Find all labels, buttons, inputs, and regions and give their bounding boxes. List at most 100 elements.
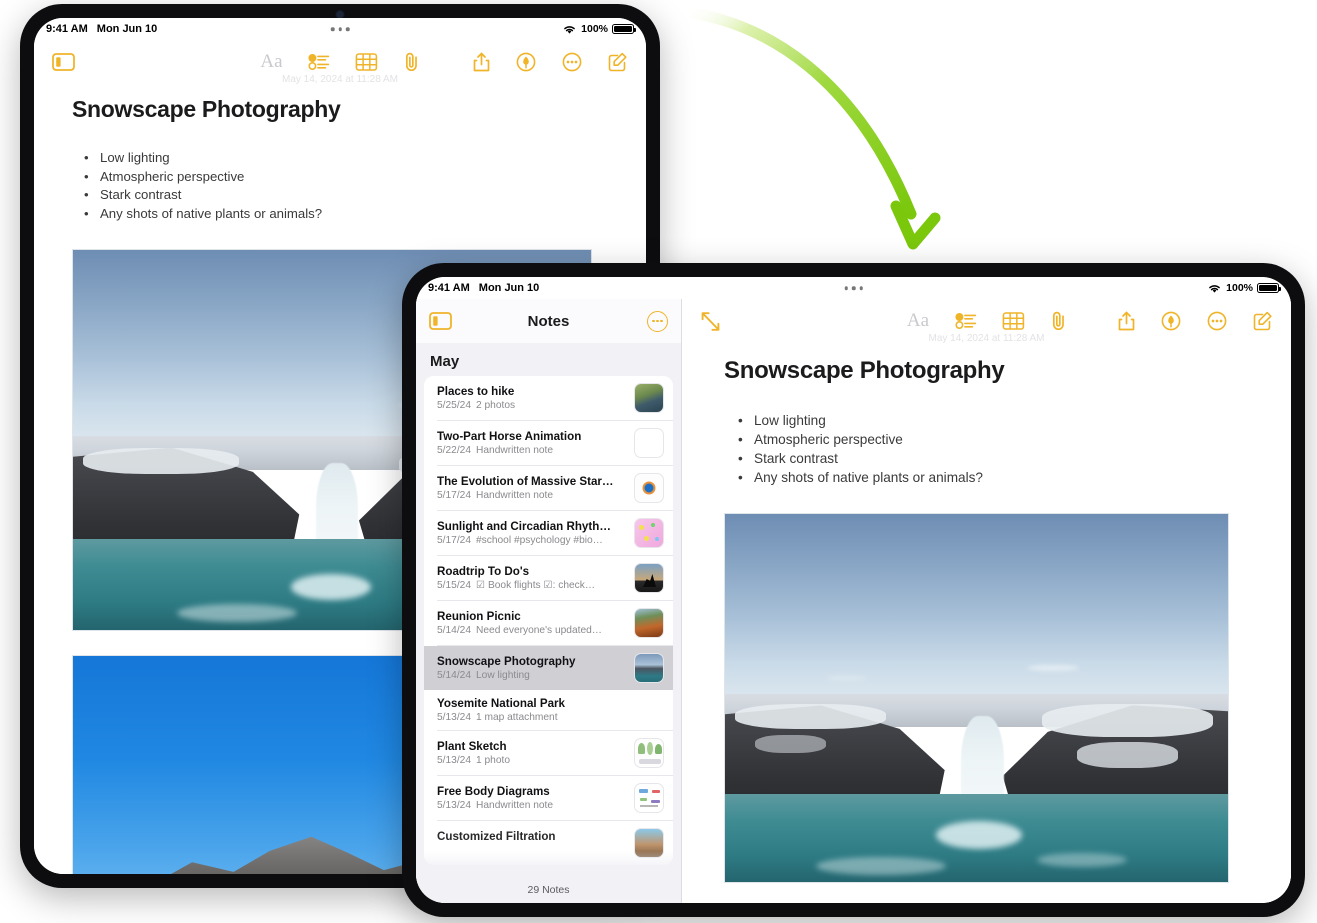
- note-row-date: 5/15/24: [437, 580, 471, 591]
- sidebar-title: Notes: [527, 312, 570, 330]
- split-view: Notes May Places to hike 5/25/24 2 photos: [416, 299, 1291, 903]
- thumbnail-pink-sketch: [634, 518, 664, 548]
- note-row-preview: 1 map attachment: [476, 712, 558, 723]
- list-item[interactable]: Two-Part Horse Animation 5/22/24 Handwrit…: [424, 421, 673, 465]
- thumbnail-filtration-photo: [634, 828, 664, 858]
- compose-new-note-icon[interactable]: [1253, 311, 1273, 331]
- expand-diagonal-arrows-icon[interactable]: [700, 311, 721, 332]
- page-title-back: Snowscape Photography: [72, 96, 341, 122]
- screenshot-root: 9:41 AM Mon Jun 10 100% Aa May 14, 2024 …: [0, 0, 1317, 923]
- more-ellipsis-icon[interactable]: [647, 310, 668, 332]
- note-row-title: Free Body Diagrams: [437, 785, 550, 798]
- list-item[interactable]: Plant Sketch 5/13/24 1 photo: [424, 731, 673, 775]
- note-row-preview: ☑ Book flights ☑: check…: [476, 580, 596, 591]
- winter-waterfall-photo-front[interactable]: [724, 513, 1229, 883]
- battery-percent: 100%: [1226, 282, 1253, 294]
- note-row-date: 5/25/24: [437, 400, 471, 411]
- thumbnail-picnic-photo: [634, 608, 664, 638]
- format-aa-button[interactable]: Aa: [907, 310, 929, 332]
- list-item: Any shots of native plants or animals?: [84, 205, 608, 224]
- paperclip-icon[interactable]: [404, 52, 420, 72]
- list-item[interactable]: Roadtrip To Do's 5/15/24 ☑ Book flights ☑…: [424, 556, 673, 600]
- table-icon[interactable]: [1002, 312, 1024, 330]
- multitasking-menu-front[interactable]: [844, 286, 863, 290]
- note-row-date: 5/22/24: [437, 445, 471, 456]
- thumbnail-blank: [634, 428, 664, 458]
- note-row-preview: 2 photos: [476, 400, 516, 411]
- list-item: Stark contrast: [738, 449, 1249, 468]
- note-row-title: Reunion Picnic: [437, 610, 521, 623]
- list-item[interactable]: Customized Filtration: [424, 821, 673, 865]
- list-item-selected[interactable]: Snowscape Photography 5/14/24 Low lightin…: [424, 646, 673, 690]
- front-camera-dot: [336, 11, 344, 18]
- checklist-icon[interactable]: [955, 312, 976, 330]
- ipad-front-screen: 9:41 AM Mon Jun 10 100% Notes May Places…: [416, 277, 1291, 903]
- note-row-preview: Need everyone's updated…: [476, 625, 602, 636]
- battery-icon: [612, 24, 637, 34]
- battery-percent: 100%: [581, 23, 608, 35]
- wifi-icon: [1207, 283, 1222, 294]
- note-row-preview: Handwritten note: [476, 490, 554, 501]
- list-item: Atmospheric perspective: [738, 430, 1249, 449]
- sidebar-toggle-icon[interactable]: [52, 53, 75, 71]
- list-item: Any shots of native plants or animals?: [738, 468, 1249, 487]
- paperclip-icon[interactable]: [1050, 311, 1066, 331]
- list-item[interactable]: Sunlight and Circadian Rhyth… 5/17/24 #sc…: [424, 511, 673, 555]
- note-row-title: Sunlight and Circadian Rhyth…: [437, 520, 611, 533]
- notes-card: Places to hike 5/25/24 2 photos Two-Part …: [424, 376, 673, 865]
- checklist-icon[interactable]: [308, 53, 330, 71]
- page-title-front: Snowscape Photography: [724, 357, 1005, 384]
- more-ellipsis-icon[interactable]: [562, 52, 582, 72]
- share-icon[interactable]: [473, 52, 490, 72]
- markup-pen-icon[interactable]: [1161, 311, 1181, 331]
- note-row-title: Customized Filtration: [437, 830, 556, 843]
- note-row-title: Snowscape Photography: [437, 655, 576, 668]
- table-icon[interactable]: [355, 53, 378, 71]
- list-item: Stark contrast: [84, 186, 608, 205]
- note-row-date: 5/14/24: [437, 625, 471, 636]
- note-row-preview: #school #psychology #bio…: [476, 535, 603, 546]
- more-ellipsis-icon[interactable]: [1207, 311, 1227, 331]
- note-row-title: Places to hike: [437, 385, 515, 398]
- sidebar-toggle-icon[interactable]: [429, 312, 452, 330]
- list-item[interactable]: Free Body Diagrams 5/13/24 Handwritten no…: [424, 776, 673, 820]
- ipad-front-device: 9:41 AM Mon Jun 10 100% Notes May Places…: [402, 263, 1305, 917]
- notes-count-footer: 29 Notes: [416, 877, 681, 903]
- note-row-title: Yosemite National Park: [437, 697, 566, 710]
- status-date: Mon Jun 10: [478, 282, 540, 294]
- status-time: 9:41 AM: [428, 282, 470, 294]
- note-bullet-list-back: Low lighting Atmospheric perspective Sta…: [84, 149, 608, 224]
- list-item[interactable]: Reunion Picnic 5/14/24 Need everyone's up…: [424, 601, 673, 645]
- green-curved-arrow: [678, 6, 941, 250]
- note-row-preview: 1 photo: [476, 755, 510, 766]
- status-date: Mon Jun 10: [96, 23, 158, 35]
- list-item[interactable]: Yosemite National Park 5/13/24 1 map atta…: [424, 690, 673, 730]
- list-item: Low lighting: [84, 149, 608, 168]
- thumbnail-photo-landscape: [634, 383, 664, 413]
- thumbnail-diagram-sketch: [634, 783, 664, 813]
- note-row-title: Plant Sketch: [437, 740, 507, 753]
- wifi-icon: [562, 24, 577, 35]
- compose-new-note-icon[interactable]: [608, 52, 628, 72]
- note-row-preview: Low lighting: [476, 670, 530, 681]
- note-row-date: 5/17/24: [437, 490, 471, 501]
- status-bar-back: 9:41 AM Mon Jun 10 100%: [34, 18, 646, 40]
- multitasking-menu-back[interactable]: [330, 27, 350, 31]
- list-item[interactable]: The Evolution of Massive Star… 5/17/24 Ha…: [424, 466, 673, 510]
- sidebar-header: Notes: [416, 299, 681, 343]
- list-item: Low lighting: [738, 411, 1249, 430]
- list-item[interactable]: Places to hike 5/25/24 2 photos: [424, 376, 673, 420]
- note-toolbar-front: Aa May 14, 2024 at 11:28 AM: [682, 299, 1291, 344]
- list-item: Atmospheric perspective: [84, 168, 608, 187]
- note-row-date: 5/17/24: [437, 535, 471, 546]
- note-bullet-list-front: Low lighting Atmospheric perspective Sta…: [738, 411, 1249, 487]
- note-row-preview: Handwritten note: [476, 800, 554, 811]
- format-aa-button[interactable]: Aa: [260, 51, 282, 73]
- share-icon[interactable]: [1118, 311, 1135, 331]
- note-row-title: Roadtrip To Do's: [437, 565, 530, 578]
- note-row-preview: Handwritten note: [476, 445, 554, 456]
- notes-list-scroll[interactable]: May Places to hike 5/25/24 2 photos Two-…: [416, 343, 681, 877]
- note-editor-front[interactable]: Snowscape Photography Low lighting Atmos…: [682, 343, 1291, 903]
- note-row-date: 5/14/24: [437, 670, 471, 681]
- markup-pen-icon[interactable]: [516, 52, 536, 72]
